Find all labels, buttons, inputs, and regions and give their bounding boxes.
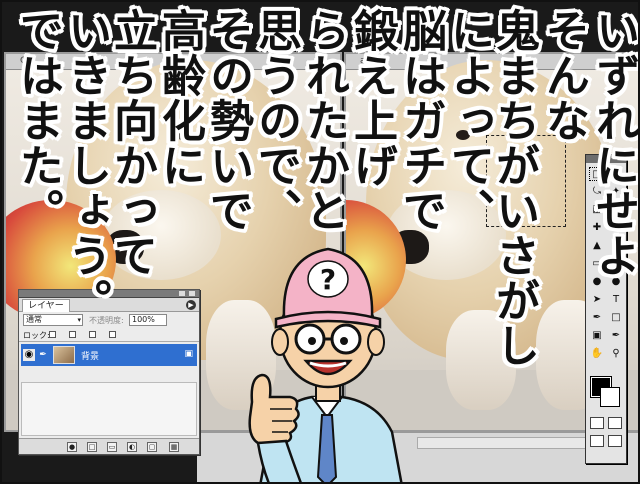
horizontal-scrollbar[interactable] [417, 437, 602, 449]
narration-column: 鍛え上げ [346, 8, 397, 188]
screen-mode-icon[interactable] [590, 435, 604, 447]
trash-icon[interactable]: ▦ [169, 442, 179, 452]
lock-all-checkbox[interactable] [109, 331, 116, 338]
narration-column: その勢いで [202, 8, 253, 233]
character-eye [340, 337, 348, 345]
brush-icon[interactable]: ✒ [37, 349, 49, 361]
lock-label: ロック: [23, 331, 50, 340]
narration-column: 脳はガチで [395, 8, 446, 233]
narration-column: によって、 [443, 8, 494, 233]
mask-icon[interactable]: □ [87, 442, 97, 452]
hand-tool-icon[interactable]: ✋ [589, 347, 605, 361]
adjustment-layer-icon[interactable]: ◐ [127, 442, 137, 452]
narration-column: そんな [538, 8, 589, 143]
manga-panel: GF a.jpg レイヤー ▶ 通常 ▾ 不透明度: 100% ロック: ◉ ✒… [0, 0, 640, 484]
layer-name: 背景 [81, 352, 100, 362]
narration-column: いきましょう。 [60, 8, 111, 323]
character-eye [308, 337, 316, 345]
panel-footer: ● □ ▭ ◐ ▢ ▦ [19, 438, 199, 454]
cartoon-character: ? [248, 247, 403, 482]
eye-icon[interactable]: ◉ [23, 349, 35, 361]
narration-column: 立ち向かって [106, 8, 157, 278]
layer-list-empty-area [21, 382, 197, 436]
lock-position-checkbox[interactable] [89, 331, 96, 338]
narration-column: 高齢化に [154, 8, 205, 188]
eyedropper-icon[interactable]: ✒ [608, 329, 624, 343]
character-ear [271, 328, 289, 356]
notes-tool-icon[interactable]: ▣ [589, 329, 605, 343]
close-icon[interactable] [189, 291, 195, 296]
minimize-icon[interactable] [179, 291, 185, 296]
lock-image-checkbox[interactable] [69, 331, 76, 338]
layer-thumbnail [53, 346, 75, 364]
lock-icon: ▣ [184, 349, 193, 359]
character-ear [367, 328, 385, 356]
folder-icon[interactable]: ▭ [107, 442, 117, 452]
new-layer-icon[interactable]: ▢ [147, 442, 157, 452]
pen-tool-icon[interactable]: ✒ [589, 311, 605, 325]
blend-mode-value: 通常 [26, 315, 42, 324]
panel-menu-icon[interactable]: ▶ [186, 300, 196, 310]
path-select-icon[interactable]: ➤ [589, 293, 605, 307]
fullscreen-mode-icon[interactable] [608, 435, 622, 447]
narration-column: ではまた。 [12, 8, 63, 233]
layer-style-icon[interactable]: ● [67, 442, 77, 452]
narration-column: 思うので、 [250, 8, 301, 233]
narration-column: 鬼まちがいさがし [488, 8, 539, 368]
quickmask-mode-icon[interactable] [608, 417, 622, 429]
shape-tool-icon[interactable]: □ [608, 311, 624, 325]
character-tie [316, 414, 338, 482]
hat-question-mark: ? [320, 263, 336, 296]
layer-row-background[interactable]: ◉ ✒ 背景 ▣ [21, 344, 197, 366]
opacity-field[interactable]: 100% [129, 314, 167, 326]
zoom-tool-icon[interactable]: ⚲ [608, 347, 624, 361]
opacity-value: 100% [132, 315, 155, 324]
type-tool-icon[interactable]: T [608, 293, 624, 307]
narration-column: られたかと [298, 8, 349, 233]
narration-column: いずれにせよ [588, 8, 639, 278]
lock-row: ロック: [19, 328, 199, 342]
lock-transparency-checkbox[interactable] [49, 331, 56, 338]
background-color-swatch[interactable] [600, 387, 620, 407]
standard-mode-icon[interactable] [590, 417, 604, 429]
